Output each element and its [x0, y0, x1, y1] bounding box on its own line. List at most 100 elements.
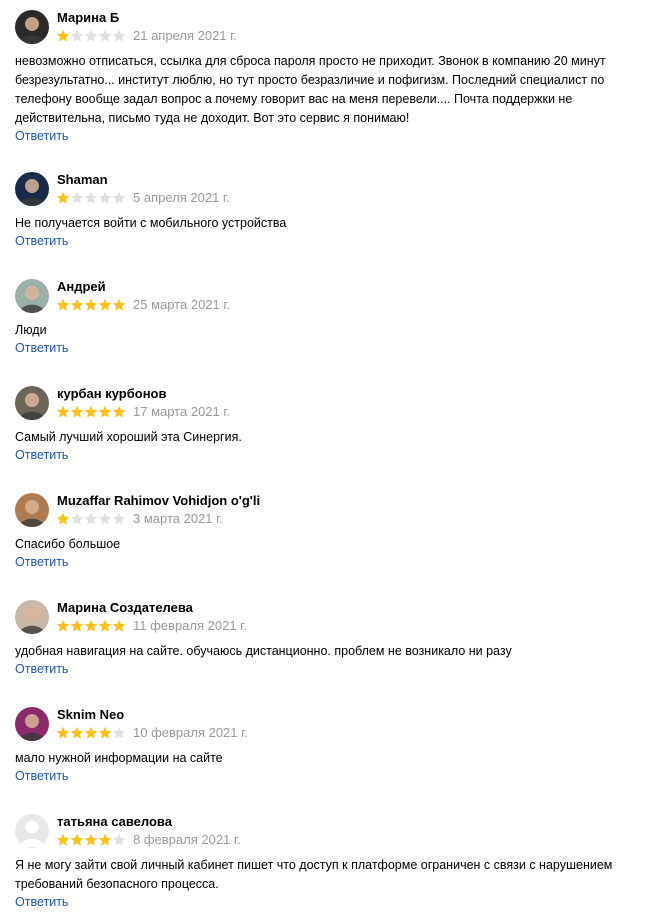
review-date: 5 апреля 2021 г.	[133, 190, 230, 205]
review-date: 10 февраля 2021 г.	[133, 725, 248, 740]
review-text: мало нужной информации на сайте	[15, 751, 223, 765]
reply-link[interactable]: Ответить	[15, 554, 645, 571]
star-filled-icon	[98, 405, 112, 418]
reviewer-name[interactable]: Muzaffar Rahimov Vohidjon o'g'li	[57, 493, 260, 509]
reviewer-name[interactable]: курбан курбонов	[57, 386, 167, 402]
rating-stars	[56, 191, 126, 205]
review-date: 25 марта 2021 г.	[133, 297, 231, 312]
star-filled-icon	[56, 191, 70, 204]
rating-stars	[56, 833, 126, 847]
reply-link[interactable]: Ответить	[15, 661, 645, 678]
review-text-block: невозможно отписаться, ссылка для сброса…	[15, 52, 645, 145]
star-empty-icon	[70, 191, 84, 204]
rating-stars	[56, 512, 126, 526]
review-text: удобная навигация на сайте. обучаюсь дис…	[15, 644, 512, 658]
reviewer-name[interactable]: татьяна савелова	[57, 814, 172, 830]
review-meta: 5 апреля 2021 г.	[56, 190, 230, 206]
avatar-shaman[interactable]	[15, 172, 49, 206]
avatar-sknim[interactable]	[15, 707, 49, 741]
review-meta: 25 марта 2021 г.	[56, 297, 230, 313]
review-text: Люди	[15, 323, 47, 337]
star-filled-icon	[56, 29, 70, 42]
reply-link[interactable]: Ответить	[15, 894, 645, 911]
reviewer-name[interactable]: Марина Создателева	[57, 600, 193, 616]
review-text: Спасибо большое	[15, 537, 121, 551]
review-meta: 8 февраля 2021 г.	[56, 832, 241, 848]
star-filled-icon	[56, 726, 70, 739]
review-meta: 21 апреля 2021 г.	[56, 28, 237, 44]
reply-link[interactable]: Ответить	[15, 768, 645, 785]
review-text-block: Спасибо большое Ответить	[15, 535, 645, 571]
star-filled-icon	[56, 298, 70, 311]
review-text-block: Не получается войти с мобильного устройс…	[15, 214, 645, 250]
star-filled-icon	[56, 405, 70, 418]
review-meta: 10 февраля 2021 г.	[56, 725, 248, 741]
star-empty-icon	[98, 512, 112, 525]
rating-stars	[56, 619, 126, 633]
star-filled-icon	[56, 512, 70, 525]
avatar-andrey[interactable]	[15, 279, 49, 313]
reply-link[interactable]: Ответить	[15, 447, 645, 464]
reviewer-name[interactable]: Sknim Neo	[57, 707, 124, 723]
review-text-block: Люди Ответить	[15, 321, 645, 357]
star-filled-icon	[98, 726, 112, 739]
star-filled-icon	[84, 619, 98, 632]
review-text-block: Я не могу зайти свой личный кабинет пише…	[15, 856, 645, 911]
star-filled-icon	[84, 726, 98, 739]
reply-link[interactable]: Ответить	[15, 233, 645, 250]
review-date: 11 февраля 2021 г.	[133, 618, 247, 633]
star-empty-icon	[70, 512, 84, 525]
star-empty-icon	[70, 29, 84, 42]
star-filled-icon	[70, 298, 84, 311]
reviewer-name[interactable]: Shaman	[57, 172, 108, 188]
review-date: 8 февраля 2021 г.	[133, 832, 241, 847]
avatar-marina-s[interactable]	[15, 600, 49, 634]
avatar-placeholder[interactable]	[15, 814, 49, 848]
review-date: 17 марта 2021 г.	[133, 404, 231, 419]
star-filled-icon	[56, 619, 70, 632]
review-meta: 3 марта 2021 г.	[56, 511, 223, 527]
star-filled-icon	[56, 833, 70, 846]
star-filled-icon	[112, 298, 126, 311]
reviewer-name[interactable]: Марина Б	[57, 10, 119, 26]
rating-stars	[56, 298, 126, 312]
review-meta: 17 марта 2021 г.	[56, 404, 230, 420]
rating-stars	[56, 29, 126, 43]
review-text: Не получается войти с мобильного устройс…	[15, 216, 287, 230]
star-filled-icon	[84, 298, 98, 311]
reply-link[interactable]: Ответить	[15, 128, 645, 145]
star-filled-icon	[84, 833, 98, 846]
review-text-block: удобная навигация на сайте. обучаюсь дис…	[15, 642, 645, 678]
review-text-block: Самый лучший хороший эта Синергия. Ответи…	[15, 428, 645, 464]
star-empty-icon	[84, 191, 98, 204]
review-meta: 11 февраля 2021 г.	[56, 618, 247, 634]
rating-stars	[56, 405, 126, 419]
rating-stars	[56, 726, 126, 740]
star-empty-icon	[98, 191, 112, 204]
star-filled-icon	[98, 298, 112, 311]
star-filled-icon	[70, 726, 84, 739]
review-date: 21 апреля 2021 г.	[133, 28, 237, 43]
star-filled-icon	[70, 619, 84, 632]
avatar-muzaffar[interactable]	[15, 493, 49, 527]
star-filled-icon	[70, 833, 84, 846]
star-empty-icon	[112, 29, 126, 42]
star-empty-icon	[112, 512, 126, 525]
star-filled-icon	[112, 405, 126, 418]
avatar-marina-b[interactable]	[15, 10, 49, 44]
star-empty-icon	[98, 29, 112, 42]
star-empty-icon	[84, 29, 98, 42]
star-filled-icon	[98, 619, 112, 632]
star-filled-icon	[70, 405, 84, 418]
star-filled-icon	[112, 619, 126, 632]
star-empty-icon	[84, 512, 98, 525]
star-filled-icon	[84, 405, 98, 418]
review-text: невозможно отписаться, ссылка для сброса…	[15, 54, 606, 125]
avatar-kurban[interactable]	[15, 386, 49, 420]
reply-link[interactable]: Ответить	[15, 340, 645, 357]
reviewer-name[interactable]: Андрей	[57, 279, 106, 295]
star-filled-icon	[98, 833, 112, 846]
review-date: 3 марта 2021 г.	[133, 511, 223, 526]
star-empty-icon	[112, 191, 126, 204]
review-text-block: мало нужной информации на сайте Ответить	[15, 749, 645, 785]
